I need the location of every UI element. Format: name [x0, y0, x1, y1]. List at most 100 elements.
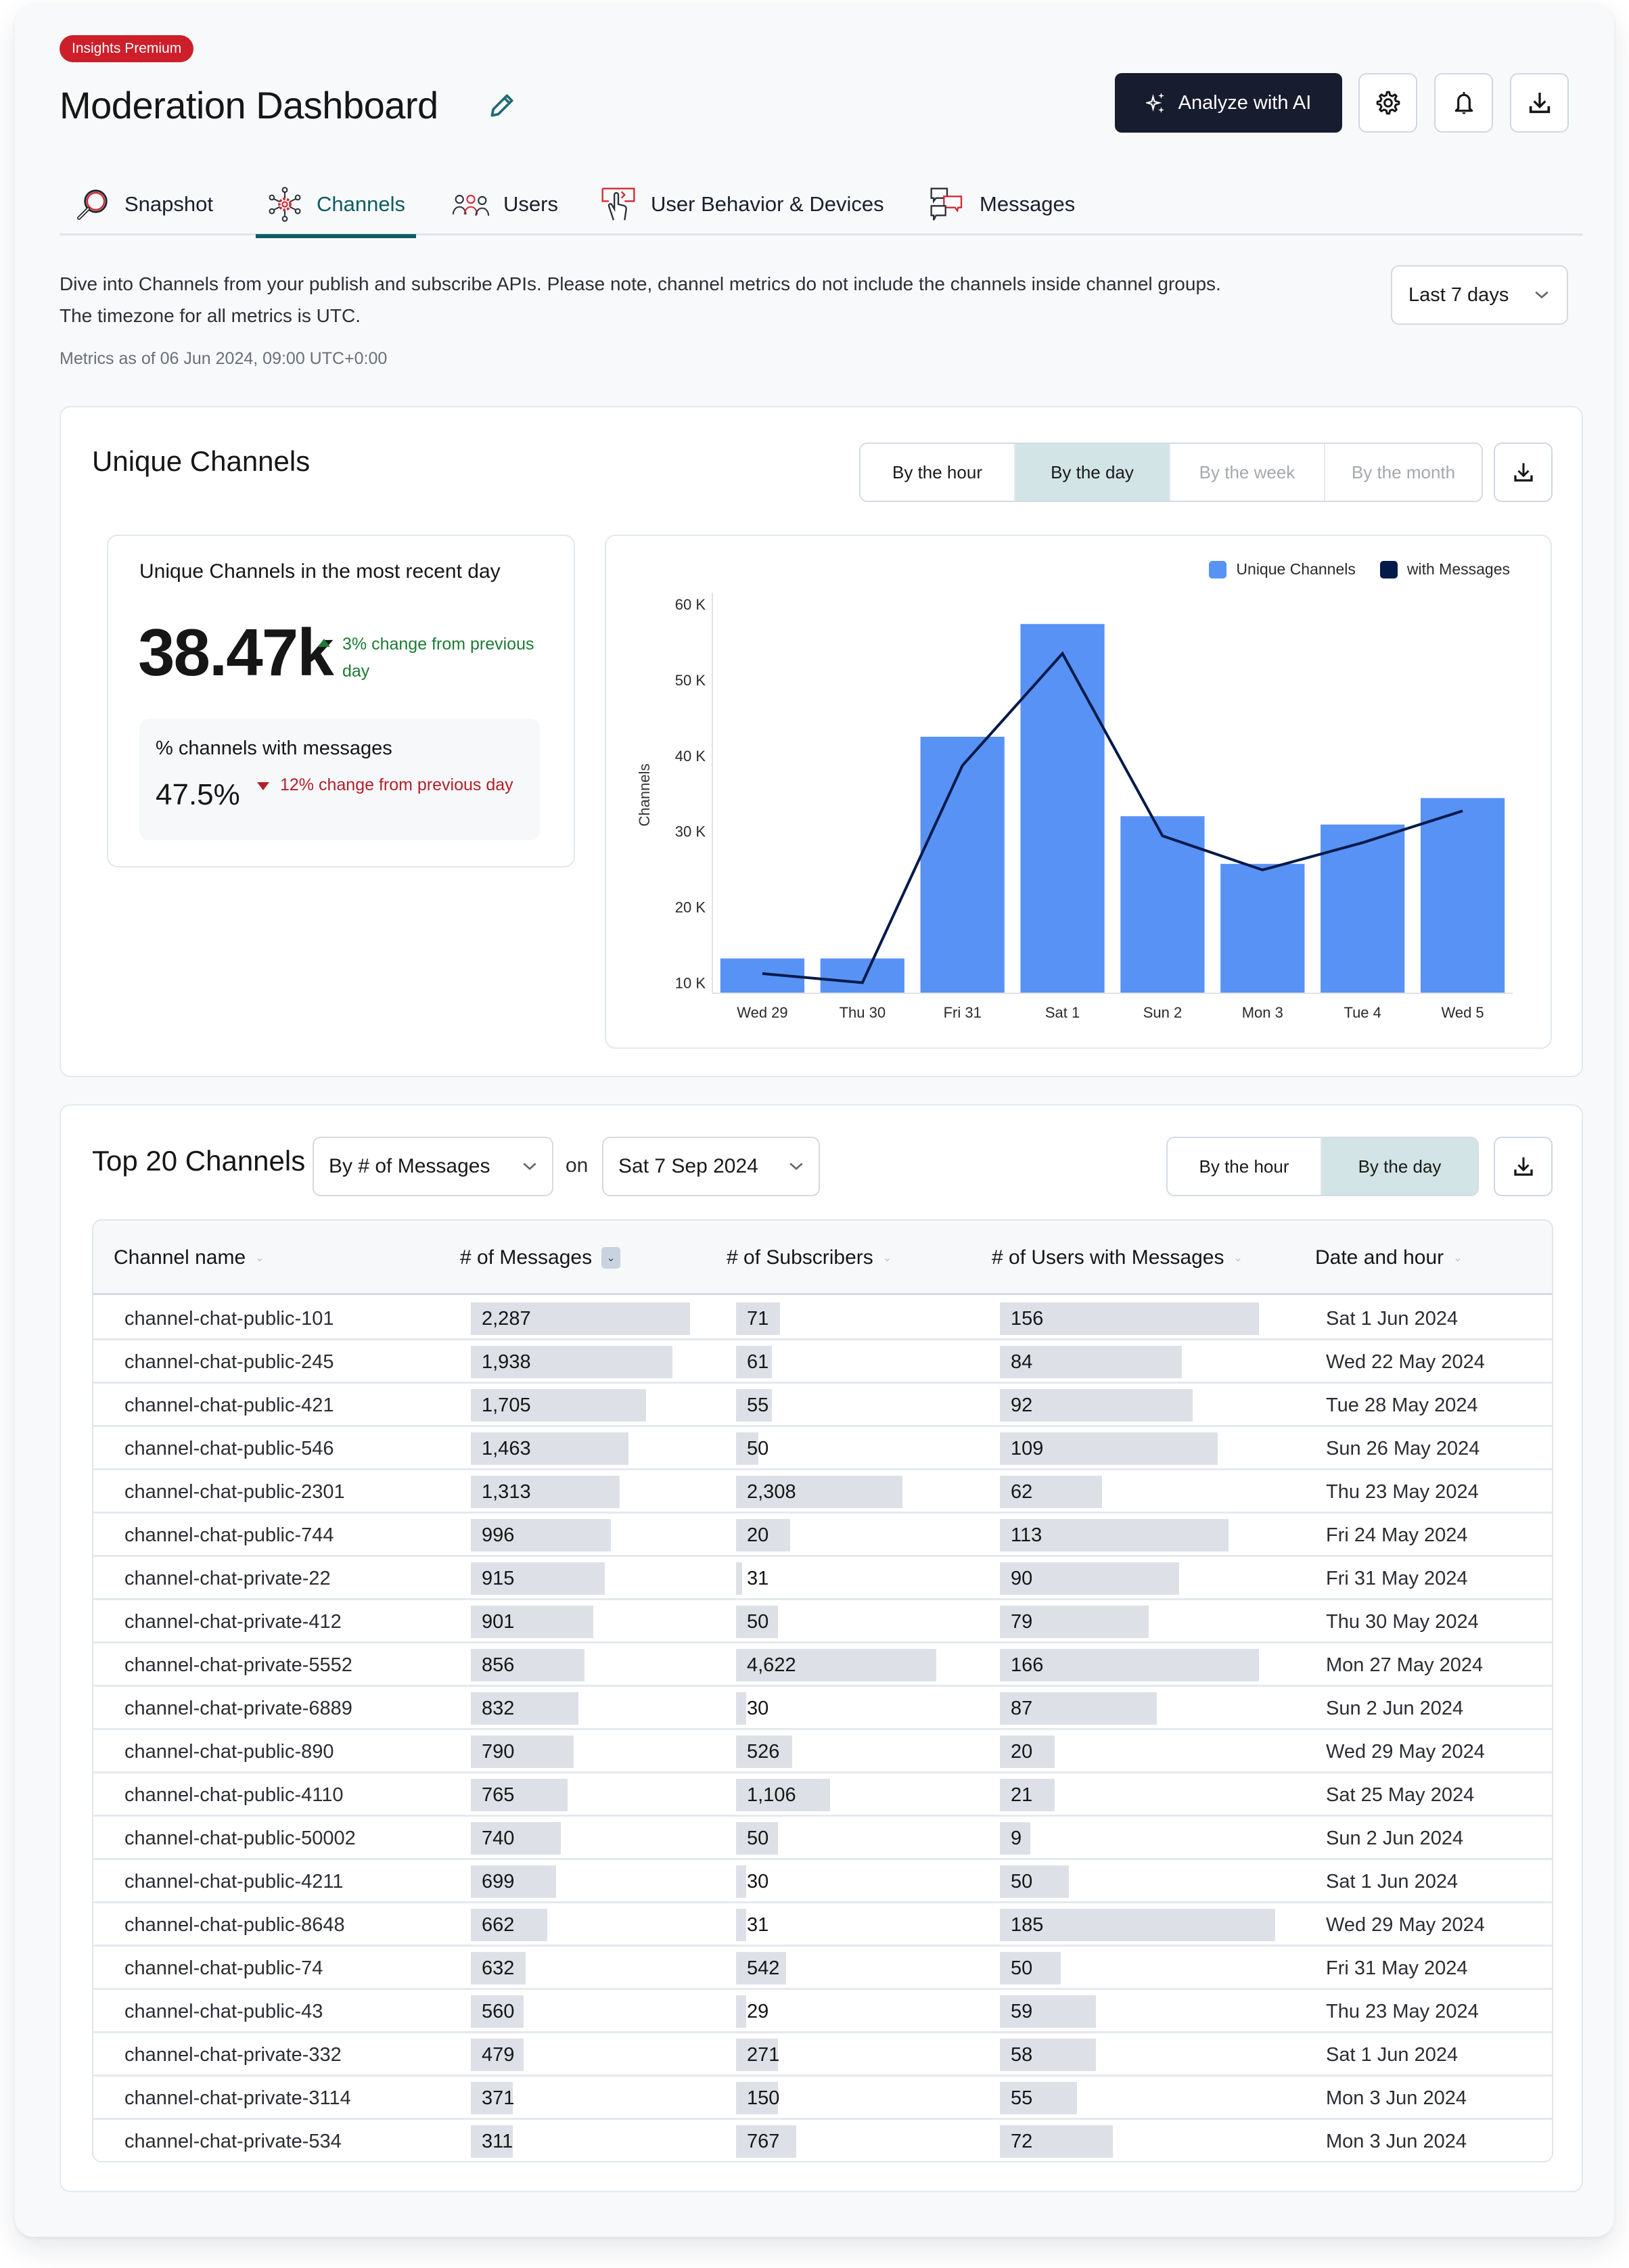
table-row[interactable]: channel-chat-private-22 915 31 90 Fri 31 May…: [93, 1557, 1552, 1600]
tab-messages[interactable]: Messages: [928, 173, 1075, 235]
bar-unique-channels: [1020, 624, 1105, 993]
date-cell: Wed 22 May 2024: [1326, 1351, 1485, 1373]
granularity-day-option[interactable]: By the day: [1015, 444, 1170, 501]
date-cell: Tue 28 May 2024: [1326, 1394, 1478, 1416]
messages-cell: 740: [471, 1822, 690, 1855]
analyze-with-ai-button[interactable]: Analyze with AI: [1115, 73, 1342, 133]
column-header-subscribers[interactable]: # of Subscribers ⌄: [727, 1221, 892, 1295]
granularity-hour-option[interactable]: By the hour: [1168, 1138, 1323, 1195]
table-row[interactable]: channel-chat-private-3114 371 150 55 Mon 3 J…: [93, 2077, 1552, 2120]
settings-button[interactable]: [1358, 73, 1417, 133]
messages-value: 996: [482, 1524, 515, 1546]
tab-users[interactable]: Users: [452, 173, 558, 235]
column-header-messages[interactable]: # of Messages ⌄: [460, 1221, 621, 1295]
channel-name-cell: channel-chat-private-3114: [124, 2087, 351, 2109]
subscribers-bar: [736, 1865, 746, 1898]
sub-kpi-label: % channels with messages: [156, 738, 392, 759]
table-row[interactable]: channel-chat-public-4110 765 1,106 21 Sat 25…: [93, 1773, 1552, 1817]
table-row[interactable]: channel-chat-public-50002 740 50 9 Sun 2 Jun…: [93, 1817, 1552, 1860]
channel-name-cell: channel-chat-private-6889: [124, 1697, 352, 1719]
messages-value: 832: [482, 1698, 515, 1719]
tab-channels[interactable]: Channels: [256, 173, 416, 238]
date-cell: Mon 3 Jun 2024: [1326, 2130, 1467, 2152]
chat-bubbles-icon: [930, 187, 963, 221]
table-row[interactable]: channel-chat-public-245 1,938 61 84 Wed 22 M…: [93, 1340, 1552, 1384]
table-row[interactable]: channel-chat-public-4211 699 30 50 Sat 1 Jun…: [93, 1860, 1552, 1903]
export-dashboard-button[interactable]: [1510, 73, 1569, 133]
sort-chevron-icon: ⌄: [1453, 1252, 1463, 1264]
magnifier-icon: [77, 189, 108, 220]
messages-cell: 996: [471, 1519, 690, 1551]
sub-kpi-change-text: 12% change from previous day: [280, 775, 513, 794]
channel-name-cell: channel-chat-public-546: [124, 1437, 334, 1459]
date-cell: Sat 1 Jun 2024: [1326, 1307, 1459, 1330]
tab-user-behavior-devices[interactable]: User Behavior & Devices: [599, 173, 884, 235]
table-row[interactable]: channel-chat-public-8648 662 31 185 Wed 29 M…: [93, 1903, 1552, 1947]
subscribers-bar: [736, 1909, 746, 1941]
sort-metric-value: By # of Messages: [329, 1155, 490, 1177]
tab-snapshot[interactable]: Snapshot: [74, 173, 213, 235]
table-row[interactable]: channel-chat-public-43 560 29 59 Thu 23 May …: [93, 1990, 1552, 2033]
subscribers-value: 271: [747, 2044, 780, 2066]
top-channels-title: Top 20 Channels: [92, 1145, 306, 1177]
unique-channels-download-button[interactable]: [1494, 443, 1553, 502]
granularity-month-option[interactable]: By the month: [1325, 444, 1482, 501]
unique-channels-granularity-toggle: By the hour By the day By the week By th…: [859, 443, 1483, 502]
sort-chevron-icon: ⌄: [255, 1252, 265, 1264]
table-row[interactable]: channel-chat-public-744 996 20 113 Fri 24 Ma…: [93, 1514, 1552, 1557]
messages-cell: 856: [471, 1649, 690, 1681]
sort-desc-icon[interactable]: ⌄: [601, 1247, 621, 1269]
date-cell: Mon 3 Jun 2024: [1326, 2087, 1467, 2109]
table-row[interactable]: channel-chat-private-534 311 767 72 Mon 3 Ju…: [93, 2120, 1552, 2161]
subscribers-value: 30: [747, 1698, 769, 1719]
users-cell: 62: [1000, 1476, 1275, 1508]
date-cell: Wed 29 May 2024: [1326, 1913, 1485, 1936]
channel-name-cell: channel-chat-public-421: [124, 1394, 334, 1416]
messages-value: 662: [482, 1914, 515, 1936]
messages-cell: 790: [471, 1736, 690, 1768]
table-row[interactable]: channel-chat-public-546 1,463 50 109 Sun 26 …: [93, 1427, 1552, 1470]
top-channels-download-button[interactable]: [1494, 1137, 1553, 1196]
notifications-button[interactable]: [1434, 73, 1493, 133]
date-cell: Sun 2 Jun 2024: [1326, 1827, 1464, 1849]
date-range-select[interactable]: Last 7 days: [1391, 265, 1568, 325]
granularity-hour-option[interactable]: By the hour: [861, 444, 1015, 501]
users-cell: 185: [1000, 1909, 1275, 1941]
date-select[interactable]: Sat 7 Sep 2024: [602, 1137, 820, 1196]
table-row[interactable]: channel-chat-public-421 1,705 55 92 Tue 28 M…: [93, 1384, 1552, 1427]
users-value: 156: [1011, 1308, 1044, 1330]
subscribers-value: 50: [747, 1611, 769, 1633]
top-channels-card: Top 20 Channels By # of Messages on Sat …: [60, 1104, 1583, 2192]
granularity-week-option[interactable]: By the week: [1170, 444, 1325, 501]
messages-cell: 915: [471, 1562, 690, 1595]
users-value: 55: [1011, 2087, 1033, 2109]
sub-kpi-panel: % channels with messages 47.5% 12% chang…: [139, 719, 540, 840]
bar-unique-channels: [820, 958, 904, 993]
table-row[interactable]: channel-chat-private-412 901 50 79 Thu 30 Ma…: [93, 1600, 1552, 1643]
x-tick-label: Wed 29: [737, 1004, 787, 1021]
users-cell: 166: [1000, 1649, 1275, 1681]
y-tick-label: 50 K: [675, 672, 706, 689]
top-channels-table: Channel name ⌄ # of Messages ⌄ # of Subs…: [92, 1219, 1553, 2162]
users-value: 113: [1011, 1524, 1042, 1546]
subscribers-value: 526: [747, 1741, 780, 1763]
subscribers-value: 30: [747, 1871, 769, 1892]
table-row[interactable]: channel-chat-private-6889 832 30 87 Sun 2 Ju…: [93, 1687, 1552, 1730]
table-row[interactable]: channel-chat-private-5552 856 4,622 166 Mon …: [93, 1643, 1552, 1687]
table-row[interactable]: channel-chat-public-2301 1,313 2,308 62 Thu …: [93, 1470, 1552, 1514]
table-row[interactable]: channel-chat-private-332 479 271 58 Sat 1 Ju…: [93, 2033, 1552, 2077]
table-row[interactable]: channel-chat-public-74 632 542 50 Fri 31 May…: [93, 1947, 1552, 1990]
column-header-users-with-messages[interactable]: # of Users with Messages ⌄: [992, 1221, 1243, 1295]
column-header-channel-name[interactable]: Channel name ⌄: [114, 1221, 265, 1295]
column-header-date-hour[interactable]: Date and hour ⌄: [1315, 1221, 1463, 1295]
users-value: 50: [1011, 1871, 1033, 1892]
granularity-day-option[interactable]: By the day: [1322, 1138, 1477, 1195]
sort-metric-select[interactable]: By # of Messages: [313, 1137, 553, 1196]
channel-name-cell: channel-chat-private-22: [124, 1567, 331, 1589]
subscribers-cell: 30: [736, 1865, 936, 1898]
messages-cell: 1,463: [471, 1432, 690, 1465]
edit-title-button[interactable]: [487, 91, 517, 120]
table-row[interactable]: channel-chat-public-101 2,287 71 156 Sat 1 J…: [93, 1297, 1552, 1340]
column-header-label: # of Users with Messages: [992, 1246, 1224, 1269]
table-row[interactable]: channel-chat-public-890 790 526 20 Wed 29 Ma…: [93, 1730, 1552, 1773]
